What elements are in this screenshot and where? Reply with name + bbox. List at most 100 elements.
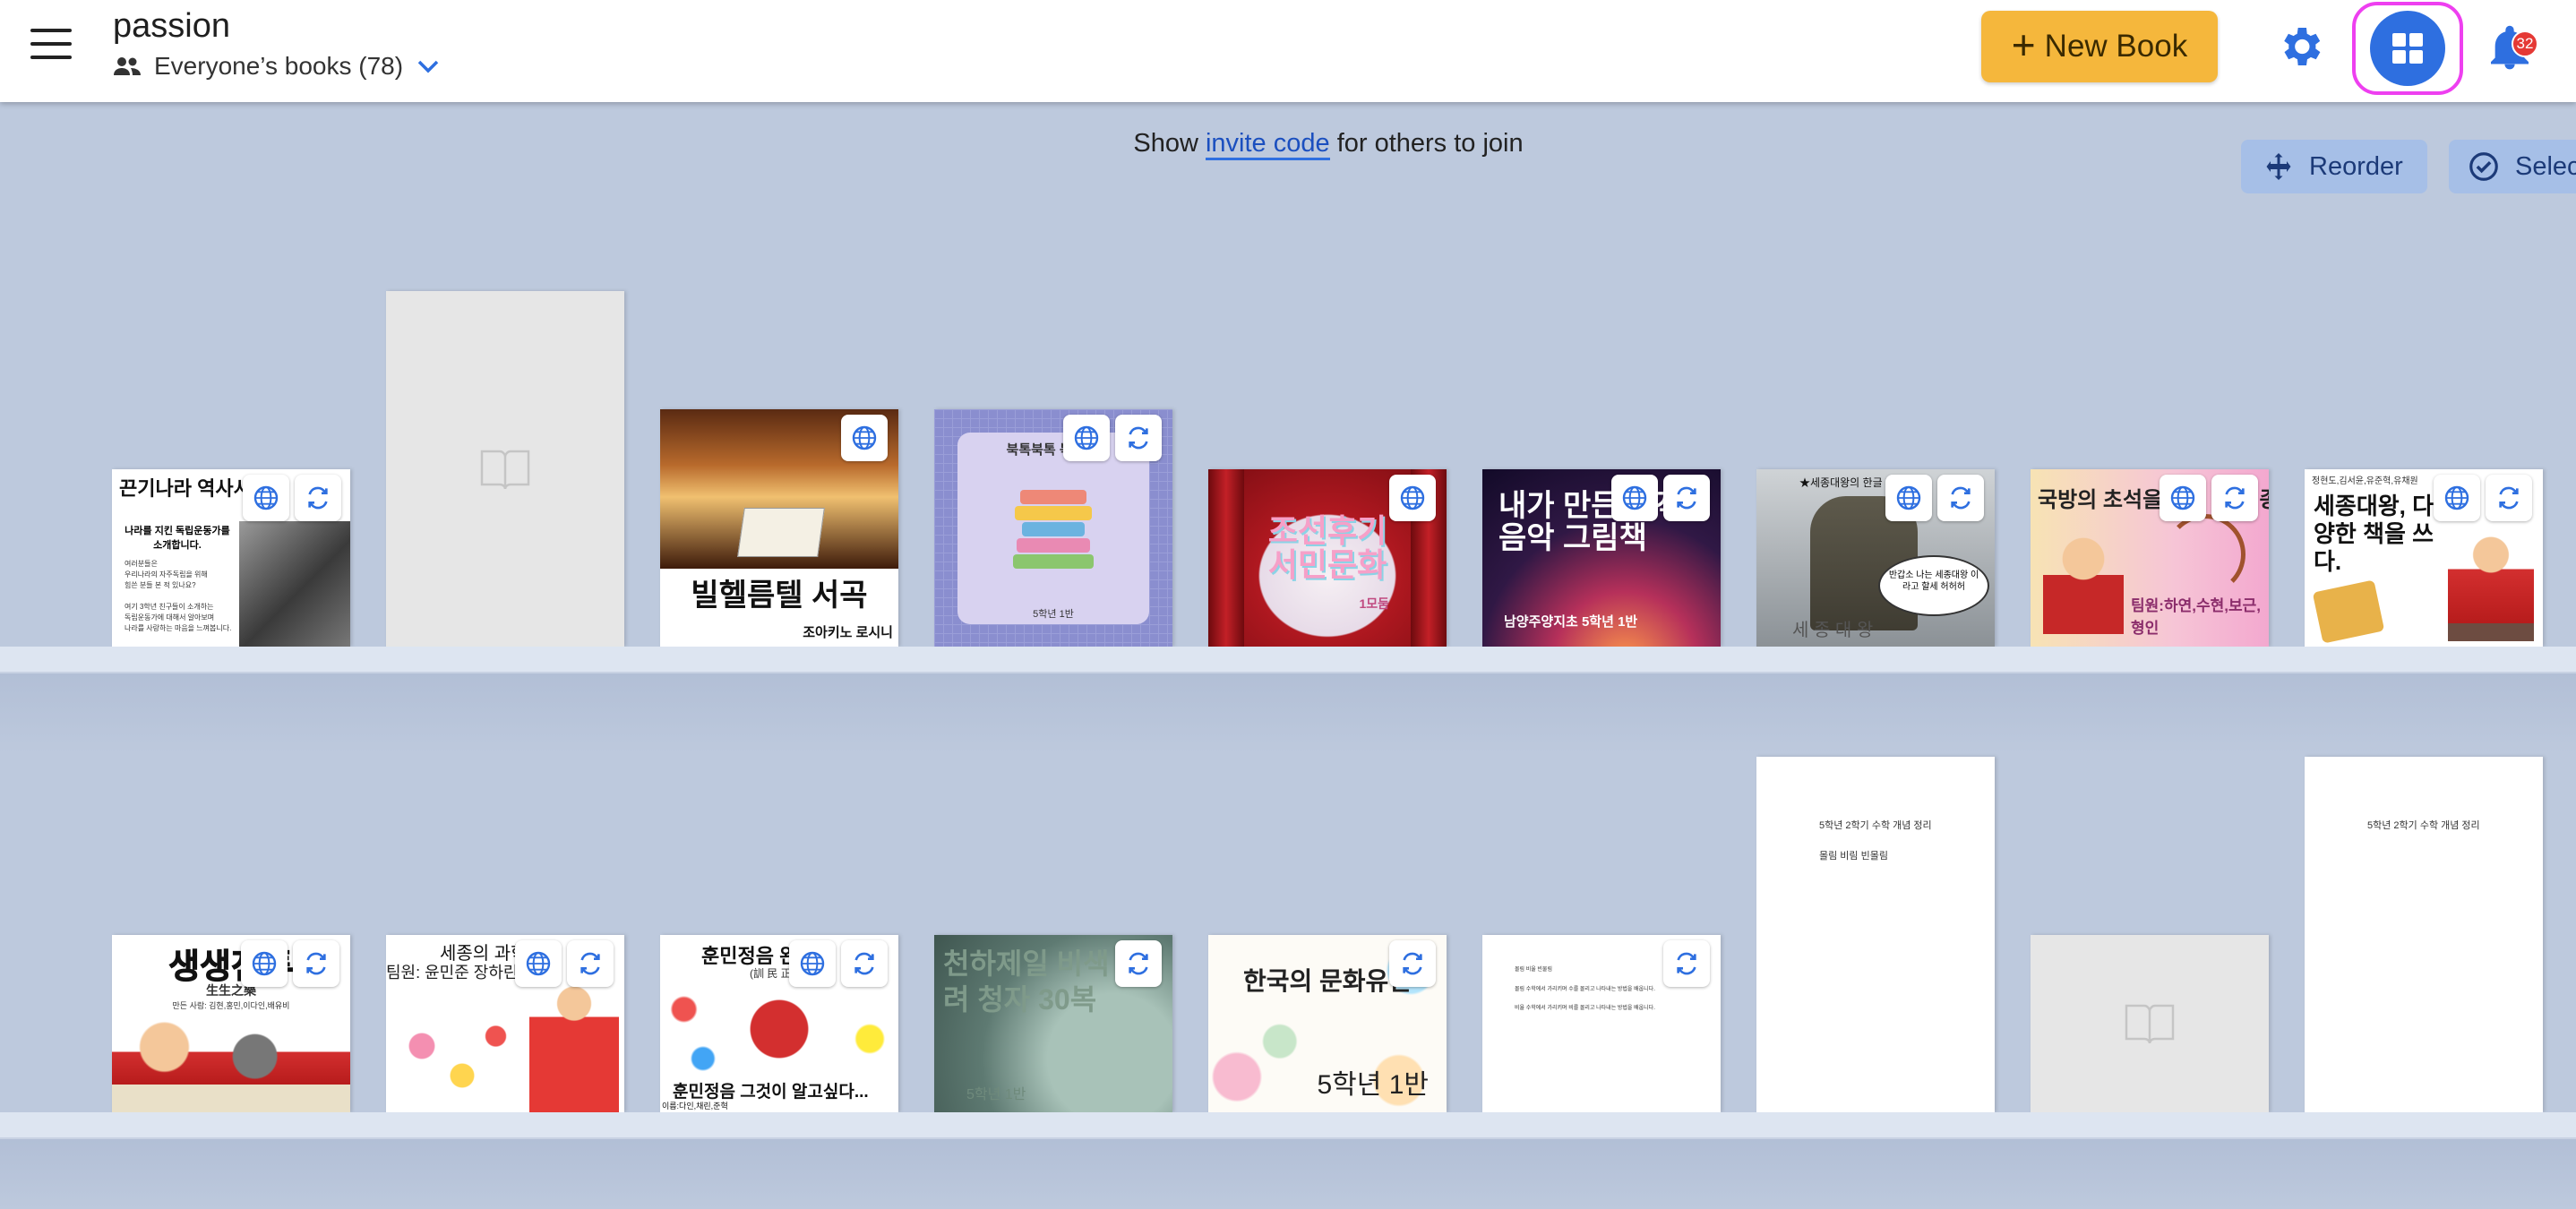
globe-icon[interactable] bbox=[1063, 415, 1110, 461]
book-cover-1[interactable]: 끈기나라 역사서 나라를 지킨 독립운동가를 소개합니다. 여러분들은 우리나라의… bbox=[112, 469, 350, 647]
invite-code-link[interactable]: invite code bbox=[1205, 129, 1330, 160]
bookshelf-plank-1 bbox=[0, 647, 2576, 673]
book-cover-10[interactable]: 생생전투 生生之樂 만든 사람: 김현,홍민,이다인,배유비 bbox=[112, 935, 350, 1112]
book-cover-7[interactable]: ★세종대왕의 한글 창제 반갑소 나는 세종대왕 이라고 할세 허허허 세 종 … bbox=[1756, 469, 1995, 647]
open-book-icon bbox=[2125, 1004, 2175, 1044]
sync-icon[interactable] bbox=[1115, 940, 1162, 987]
book-cover-3[interactable]: 빌헬름텔 서곡 조아키노 로시니 bbox=[660, 409, 898, 647]
book-footer: 훈민정음 그것이 알고싶다... bbox=[673, 1083, 869, 1102]
book-cover-14[interactable]: 한국의 문화유산 5학년 1반 bbox=[1208, 935, 1447, 1112]
book-title: 5학년 2학기 수학 개념 정리 bbox=[2367, 820, 2480, 831]
plus-icon: + bbox=[2011, 21, 2036, 68]
book-cover-6[interactable]: 내가 만든 창작음악 그림책 남양주양지초 5학년 1반 bbox=[1482, 469, 1721, 647]
book-title: 조선후기 서민문화 bbox=[1267, 512, 1387, 583]
new-book-button[interactable]: + New Book bbox=[1981, 11, 2218, 82]
book-title: 빌헬름텔 서곡 bbox=[691, 579, 868, 613]
book-cover-11[interactable]: 세종의 과학 팀원: 윤민준 장하린 bbox=[386, 935, 624, 1112]
book-cover-4[interactable]: 북톡북톡 북 추천 5학년 1반 bbox=[934, 409, 1172, 647]
select-label: Select bbox=[2515, 151, 2576, 181]
library-title: passion bbox=[113, 7, 230, 45]
bookshelf-plank-2 bbox=[0, 1112, 2576, 1139]
historical-photo bbox=[239, 521, 350, 647]
globe-icon[interactable] bbox=[1389, 475, 1436, 521]
book-subtitle: 몰림 비림 빈몰림 bbox=[1819, 851, 1888, 862]
hearts-illustration bbox=[395, 1007, 529, 1105]
book-cover-9[interactable]: 정현도,김서윤,유준혁,유채원 세종대왕, 다양한 책을 쓰다. bbox=[2305, 469, 2543, 647]
hangul-letters-illustration bbox=[660, 980, 898, 1078]
sync-icon[interactable] bbox=[1663, 940, 1710, 987]
book-title: 5학년 2학기 수학 개념 정리 bbox=[1819, 820, 1932, 831]
globe-icon[interactable] bbox=[1611, 475, 1658, 521]
sync-icon[interactable] bbox=[2211, 475, 2258, 521]
globe-icon[interactable] bbox=[841, 415, 888, 461]
sync-icon[interactable] bbox=[1663, 475, 1710, 521]
sync-icon[interactable] bbox=[567, 940, 614, 987]
grid-view-button[interactable] bbox=[2352, 2, 2463, 95]
book-footer: 남양주양지초 5학년 1반 bbox=[1504, 614, 1638, 630]
book-authors: 정현도,김서윤,유준혁,유채원 bbox=[2312, 476, 2418, 486]
king-illustration bbox=[2043, 527, 2124, 634]
sync-icon[interactable] bbox=[1937, 475, 1984, 521]
hamburger-menu-icon[interactable] bbox=[30, 29, 73, 64]
globe-icon[interactable] bbox=[241, 940, 288, 987]
bookshelf-shadow-2 bbox=[0, 1139, 2576, 1209]
check-circle-icon bbox=[2469, 152, 2498, 181]
book-cover-2[interactable] bbox=[386, 291, 624, 647]
notifications-bell-icon[interactable]: 32 bbox=[2485, 18, 2547, 81]
invite-suffix: for others to join bbox=[1336, 129, 1524, 158]
book-cover-13[interactable]: 천하제일 비색 고려 청자 30복 5학년 1반 bbox=[934, 935, 1172, 1112]
select-button[interactable]: Select bbox=[2449, 140, 2576, 193]
book-footer: 팀원: 윤민준 장하린 bbox=[386, 964, 519, 982]
open-book-icon bbox=[480, 450, 530, 489]
book-cover-16[interactable]: 5학년 2학기 수학 개념 정리 몰림 비림 빈몰림 bbox=[1756, 757, 1995, 1112]
book-footer: 세 종 대 왕 bbox=[1792, 621, 1874, 640]
globe-icon[interactable] bbox=[789, 940, 836, 987]
sheet-music-image bbox=[737, 508, 825, 557]
globe-icon[interactable] bbox=[515, 940, 562, 987]
book-cover-17[interactable] bbox=[2031, 935, 2269, 1112]
book-cover-15[interactable]: 몰림 비율 빈물림 몰림 수학에서 가리키며 수를 몰리고 나타내는 방법을 배… bbox=[1482, 935, 1721, 1112]
book-author: 조아키노 로시니 bbox=[803, 625, 893, 640]
sync-icon[interactable] bbox=[293, 940, 339, 987]
book-title: 세종대왕, 다양한 책을 쓰다. bbox=[2314, 493, 2434, 576]
book-title: 끈기나라 역사서 bbox=[119, 477, 252, 500]
globe-icon[interactable] bbox=[243, 475, 289, 521]
sync-icon[interactable] bbox=[1115, 415, 1162, 461]
book-cover-18[interactable]: 5학년 2학기 수학 개념 정리 bbox=[2305, 757, 2543, 1112]
book-footer: 5학년 1반 bbox=[1033, 609, 1074, 620]
globe-icon[interactable] bbox=[1885, 475, 1932, 521]
book-note: 이름:다인,채린,준혁 bbox=[662, 1102, 728, 1110]
sync-icon[interactable] bbox=[295, 475, 341, 521]
new-book-label: New Book bbox=[2044, 29, 2188, 64]
book-cover-8[interactable]: 국방의 초석을 다진 왕 세종 팀원:하연,수현,보근,형인 bbox=[2031, 469, 2269, 647]
library-selector[interactable]: Everyone’s books (78) bbox=[113, 52, 441, 81]
chevron-down-icon[interactable] bbox=[416, 57, 441, 75]
invite-message: Show invite code for others to join bbox=[0, 129, 2576, 160]
reorder-button[interactable]: Reorder bbox=[2241, 140, 2427, 193]
book-footer: 5학년 1반 bbox=[966, 1087, 1026, 1102]
bookshelf-shadow-1 bbox=[0, 673, 2576, 754]
scroll-illustration bbox=[2312, 579, 2385, 644]
book-footer: 팀원:하연,수현,보근,형인 bbox=[2131, 597, 2261, 637]
globe-icon[interactable] bbox=[2434, 475, 2480, 521]
king-on-throne-illustration bbox=[2448, 521, 2534, 641]
king-illustration bbox=[529, 980, 619, 1112]
move-arrows-icon bbox=[2266, 153, 2291, 180]
people-icon bbox=[113, 56, 142, 77]
book-subtitle: 나라를 지킨 독립운동가를 소개합니다. bbox=[125, 526, 230, 551]
globe-icon[interactable] bbox=[2160, 475, 2206, 521]
gear-icon[interactable] bbox=[2275, 21, 2325, 72]
book-footer: 5학년 1반 bbox=[1317, 1070, 1429, 1100]
battle-illustration bbox=[112, 1019, 350, 1112]
sync-icon[interactable] bbox=[841, 940, 888, 987]
book-note: 만든 사람: 김현,홍민,이다인,배유비 bbox=[172, 1001, 290, 1010]
grid-view-icon bbox=[2370, 11, 2445, 86]
sync-icon[interactable] bbox=[2486, 475, 2532, 521]
invite-prefix: Show bbox=[1133, 129, 1198, 158]
book-cover-5[interactable]: 조선후기 서민문화 1모둠 bbox=[1208, 469, 1447, 647]
notification-count-badge: 32 bbox=[2512, 30, 2538, 57]
library-selector-label: Everyone’s books (78) bbox=[154, 52, 404, 80]
stacked-books-image bbox=[1013, 488, 1094, 578]
sync-icon[interactable] bbox=[1389, 940, 1436, 987]
book-cover-12[interactable]: 훈민정음 완성 (訓 民 正 音) 훈민정음 그것이 알고싶다... 이름:다인… bbox=[660, 935, 898, 1112]
